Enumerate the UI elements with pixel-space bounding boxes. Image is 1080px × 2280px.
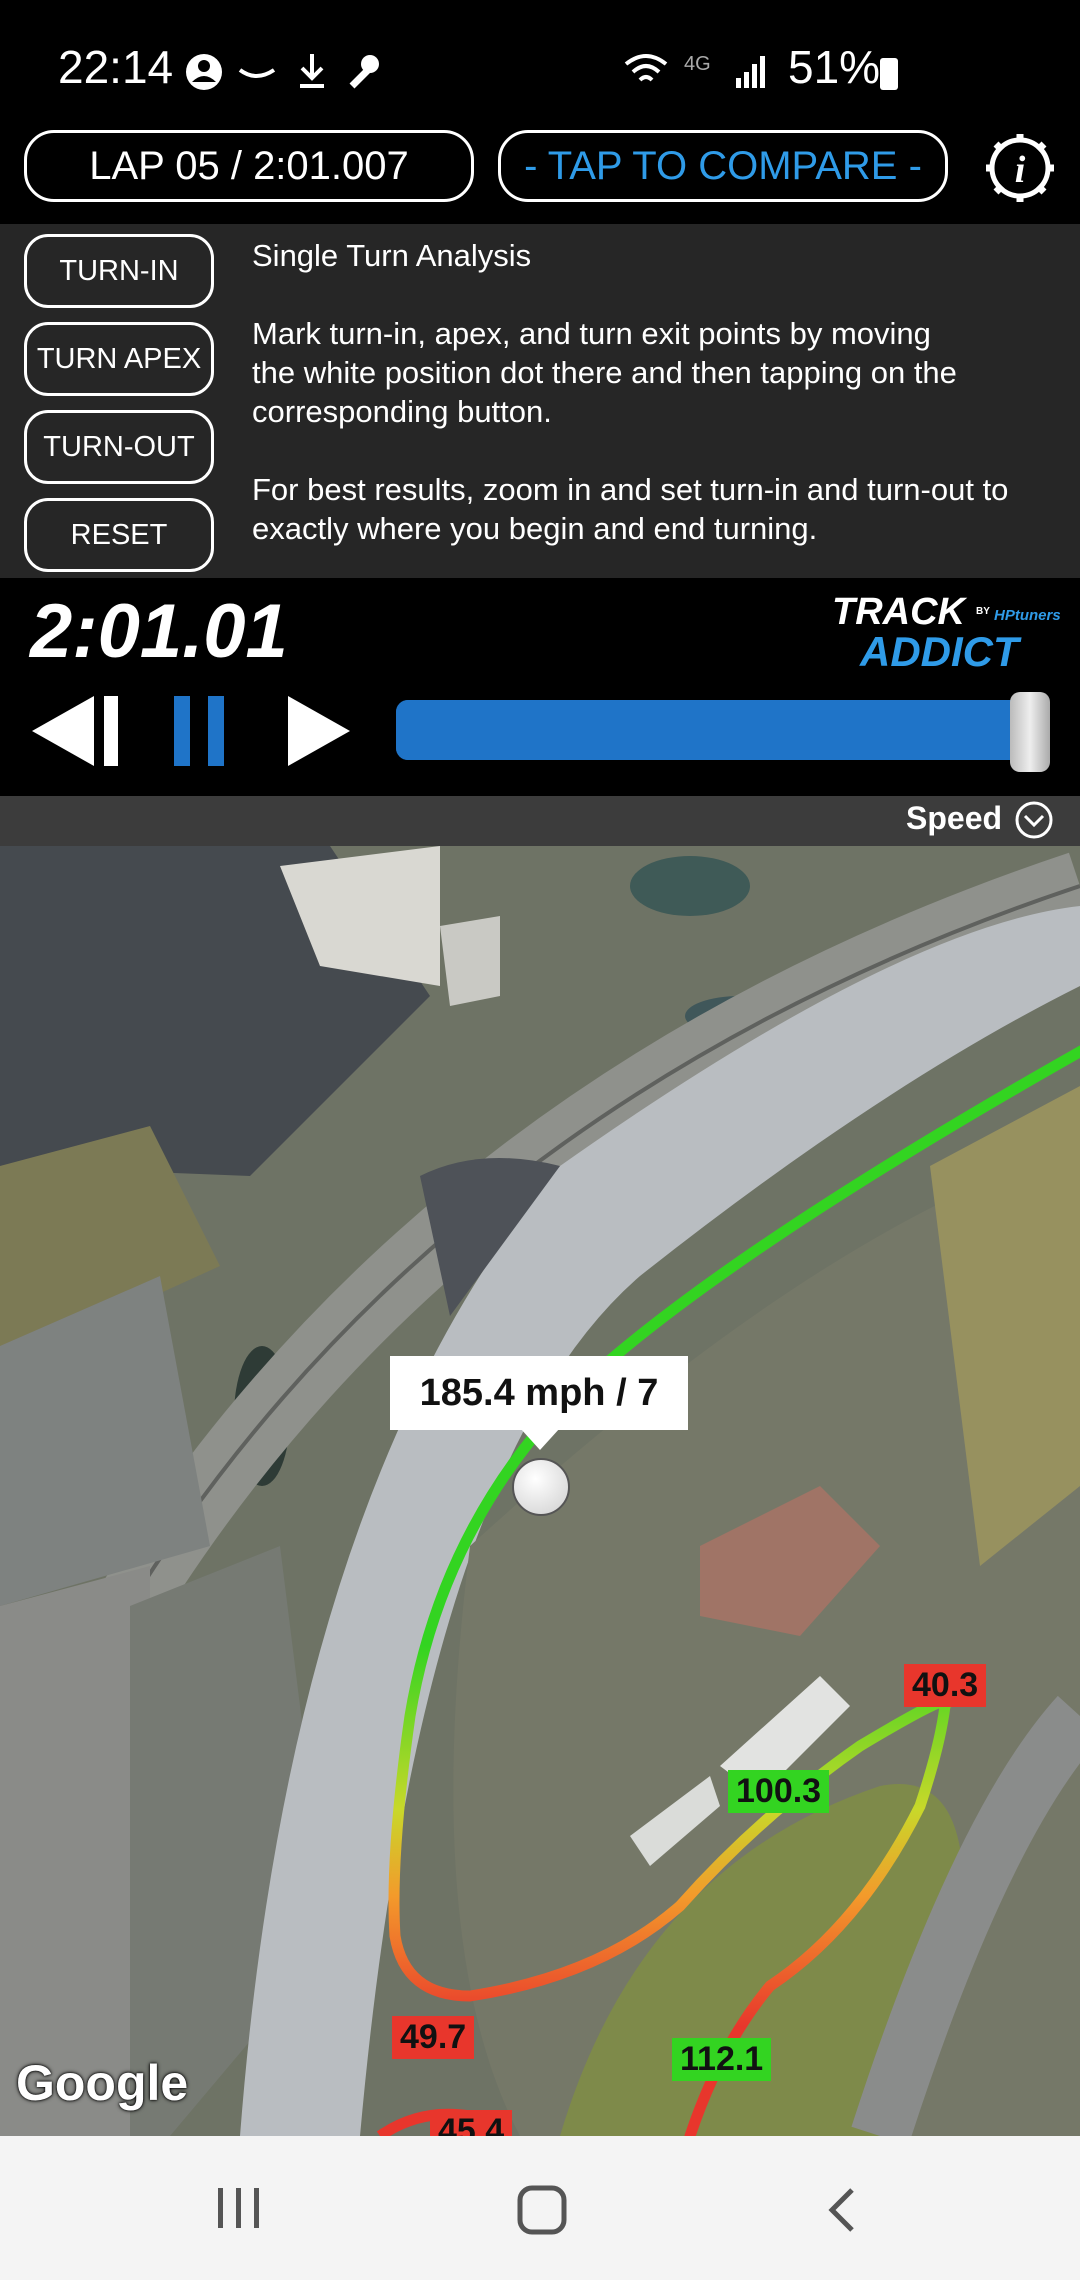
info-line-1: Mark turn-in, apex, and turn exit points… [252,316,931,351]
position-dot[interactable] [512,1458,570,1516]
play-button[interactable] [284,692,354,770]
turn-apex-label: TURN APEX [36,342,202,375]
compare-label: - TAP TO COMPARE - [524,143,922,188]
settings-info-icon[interactable]: i [984,132,1056,204]
slider-handle[interactable] [1010,692,1050,772]
lap-selector-label: LAP 05 / 2:01.007 [89,143,409,188]
battery-percent: 51% [788,41,881,93]
info-title: Single Turn Analysis [252,238,532,273]
notification-icons [186,54,379,90]
home-icon[interactable] [516,2184,568,2236]
previous-button[interactable] [28,692,128,770]
google-attribution: Google [16,2055,189,2111]
playback-slider[interactable] [396,700,1050,760]
speed-tooltip: 185.4 mph / 7 [390,1356,688,1430]
playback-progress [396,700,1050,760]
battery-icon [880,58,898,90]
wrench-icon [349,55,379,89]
signal-icon [736,56,765,88]
turn-in-button[interactable]: TURN-IN [24,234,214,308]
svg-text:i: i [1015,149,1026,191]
download-icon [300,54,324,88]
pause-button[interactable] [170,692,230,770]
speed-label: 49.7 [392,2016,475,2059]
turn-in-label: TURN-IN [59,254,179,287]
info-line-5: exactly where you begin and end turning. [252,511,818,546]
elapsed-time: 2:01.01 [30,589,288,674]
svg-text:HPtuners: HPtuners [994,607,1060,624]
network-type-icon: 4G [684,53,711,75]
status-bar: 22:14 4G 51% [0,0,1080,130]
info-line-2: the white position dot there and then ta… [252,355,957,390]
account-icon [186,54,222,90]
speed-label: 40.3 [904,1664,987,1707]
lap-selector-button[interactable]: LAP 05 / 2:01.007 [24,130,474,202]
status-time: 22:14 [58,41,174,93]
reset-button[interactable]: RESET [24,498,214,572]
satellite-map[interactable]: 185.4 mph / 7 40.3 100.3 49.7 112.1 45.4… [0,846,1080,2136]
speed-label: 45.4 [430,2110,513,2136]
connectivity-icons: 4G [624,53,765,88]
amazon-icon [238,68,276,78]
turn-apex-button[interactable]: TURN APEX [24,322,214,396]
back-icon[interactable] [822,2186,862,2234]
wifi-icon [624,54,668,82]
speed-tooltip-text: 185.4 mph / 7 [419,1371,659,1414]
chevron-down-icon[interactable] [1014,800,1054,840]
speed-label: 100.3 [728,1770,830,1813]
svg-text:TRACK: TRACK [832,591,968,633]
tooltip-pointer [520,1428,560,1450]
compare-button[interactable]: - TAP TO COMPARE - [498,130,948,202]
track-addict-logo: TRACK BY HPtuners ADDICT [830,590,1061,675]
reset-label: RESET [70,518,168,551]
turn-out-button[interactable]: TURN-OUT [24,410,214,484]
recent-apps-icon[interactable] [214,2186,264,2230]
svg-text:BY: BY [976,606,990,617]
info-line-3: corresponding button. [252,394,552,429]
speed-label: 112.1 [672,2038,772,2081]
svg-text:ADDICT: ADDICT [859,628,1022,670]
info-line-4: For best results, zoom in and set turn-i… [252,472,1009,507]
turn-out-label: TURN-OUT [43,430,195,463]
data-selector-label[interactable]: Speed [906,800,1002,837]
